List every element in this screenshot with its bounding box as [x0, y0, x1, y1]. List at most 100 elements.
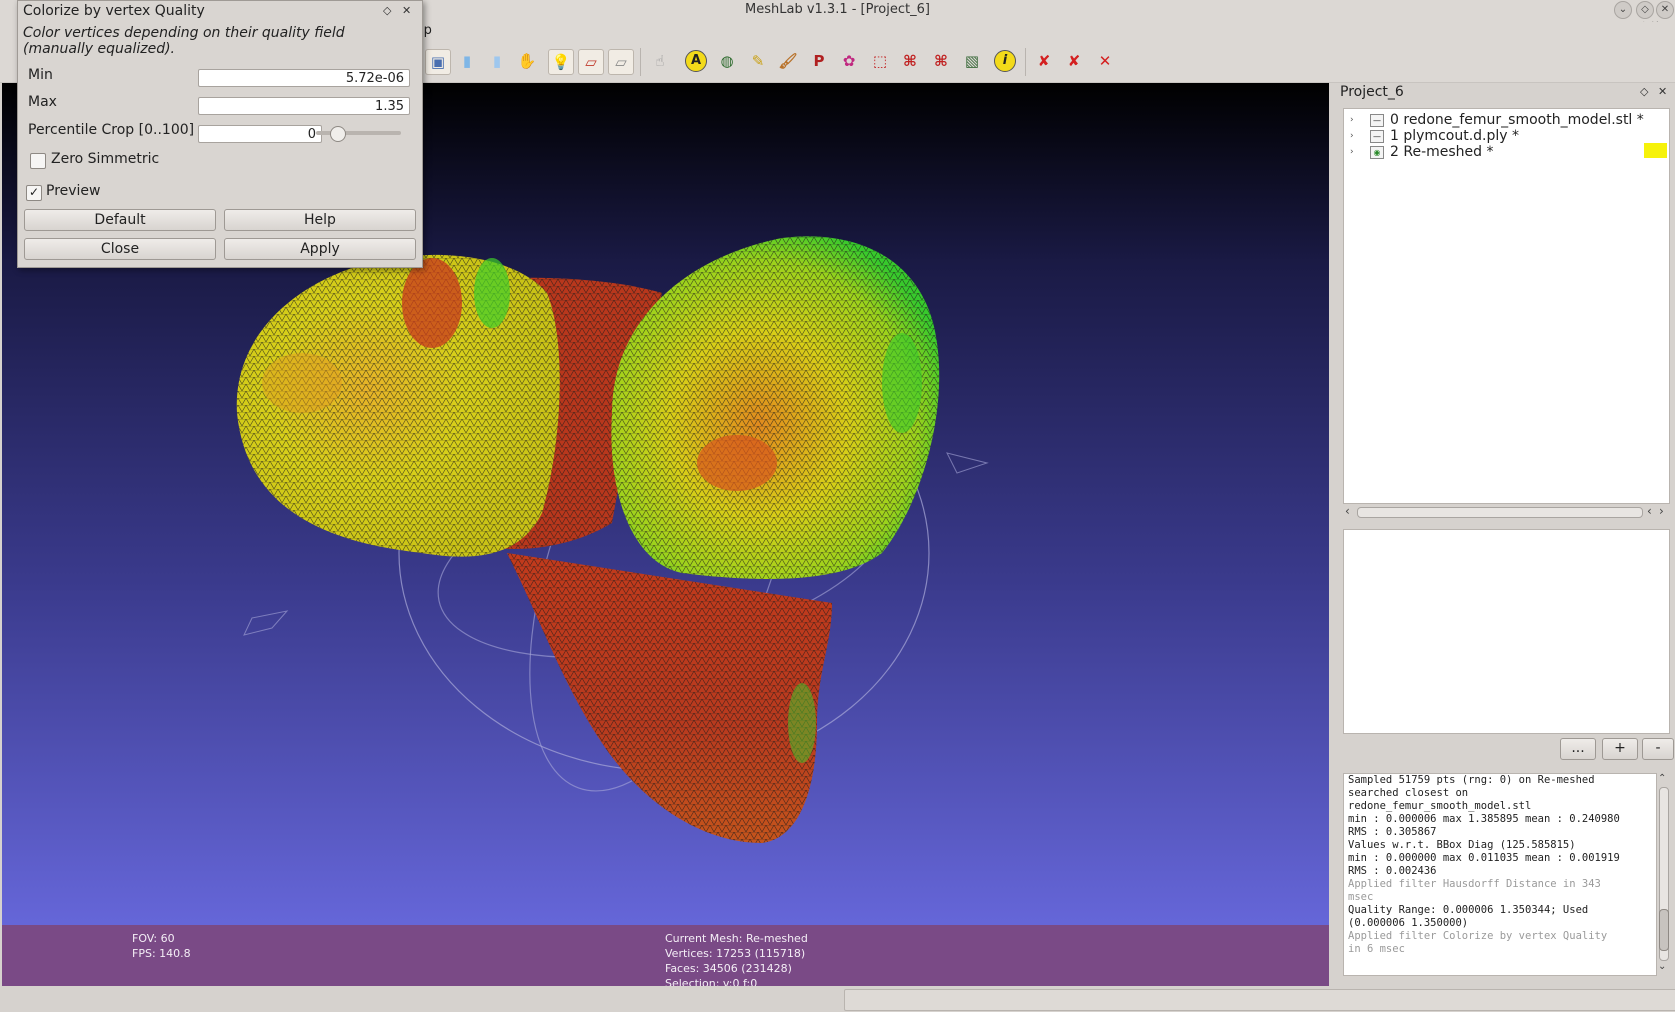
scroll-thumb[interactable]: [1357, 507, 1643, 518]
selection-readout: Selection: v:0 f:0: [665, 977, 758, 986]
add-button[interactable]: +: [1602, 738, 1638, 760]
layer-name: plymcout.d.ply *: [1403, 128, 1519, 144]
log-line: (0.000006 1.350000): [1348, 917, 1469, 929]
light-bulb-icon[interactable]: 💡: [548, 49, 574, 75]
max-input[interactable]: 1.35: [198, 97, 410, 115]
info-overlay: FOV: 60 FPS: 140.8 Current Mesh: Re-mesh…: [2, 925, 1329, 986]
delete-faces-vertices-icon[interactable]: ✕: [1093, 49, 1117, 73]
percentile-slider-handle[interactable]: [330, 126, 346, 142]
log-line: RMS : 0.002436: [1348, 865, 1437, 877]
layer-index: 2: [1390, 144, 1399, 160]
align-icon[interactable]: ✿: [837, 49, 861, 73]
log-line: Applied filter Hausdorff Distance in 343: [1348, 878, 1601, 890]
info-icon[interactable]: i: [993, 49, 1017, 73]
min-input[interactable]: 5.72e-06: [198, 69, 410, 87]
double-side-icon[interactable]: ▱: [608, 49, 634, 75]
render-box-icon[interactable]: ▣: [425, 49, 451, 75]
log-window: Sampled 51759 pts (rng: 0) on Re-meshed s…: [1343, 773, 1657, 976]
preview-checkbox[interactable]: ✓: [26, 185, 42, 201]
annotation-icon[interactable]: A: [684, 49, 708, 73]
log-line: msec: [1348, 891, 1374, 903]
sphere-mesh-icon[interactable]: ◍: [715, 49, 739, 73]
zero-symmetric-label: Zero Simmetric: [51, 151, 160, 167]
max-label: Max: [28, 94, 57, 110]
scroll-right-icon[interactable]: ›: [1659, 504, 1664, 518]
backface-icon[interactable]: ▱: [578, 49, 604, 75]
expand-icon[interactable]: ›: [1350, 144, 1354, 160]
close-icon[interactable]: ✕: [1656, 1, 1674, 19]
layer-row[interactable]: › ◉ 2 Re-meshed *: [1344, 144, 1664, 160]
min-label: Min: [28, 67, 53, 83]
render-flat-icon[interactable]: ▮: [455, 49, 479, 73]
select-connected-icon[interactable]: ⌘: [898, 49, 922, 73]
select-icon[interactable]: ☝: [648, 49, 672, 73]
log-line: min : 0.000006 max 1.385895 mean : 0.240…: [1348, 813, 1620, 825]
panel-float-icon[interactable]: ◇: [1640, 85, 1648, 98]
help-button[interactable]: Help: [224, 209, 416, 231]
eye-icon[interactable]: —: [1370, 130, 1384, 143]
log-line: RMS : 0.305867: [1348, 826, 1437, 838]
scroll-left-icon[interactable]: ‹: [1345, 504, 1350, 518]
current-layer-marker: [1644, 143, 1667, 158]
log-line: redone_femur_smooth_model.stl: [1348, 800, 1532, 812]
vertices-readout: Vertices: 17253 (115718): [665, 947, 806, 960]
paint-bucket-icon[interactable]: ✎: [746, 49, 770, 73]
apply-button[interactable]: Apply: [224, 238, 416, 260]
faces-readout: Faces: 34506 (231428): [665, 962, 792, 975]
layer-index: 1: [1390, 128, 1399, 144]
select-vertices-icon[interactable]: ⌘: [929, 49, 953, 73]
close-button[interactable]: Close: [24, 238, 216, 260]
maximize-icon[interactable]: ◇: [1636, 1, 1654, 19]
log-scroll-thumb[interactable]: [1659, 909, 1669, 951]
layer-row[interactable]: › — 0 redone_femur_smooth_model.stl *: [1344, 112, 1664, 128]
percentile-input[interactable]: 0: [198, 125, 322, 143]
brush-icon[interactable]: 🖌: [776, 49, 800, 73]
log-line: Applied filter Colorize by vertex Qualit…: [1348, 930, 1608, 942]
status-field: [844, 989, 1675, 1011]
current-mesh-readout: Current Mesh: Re-meshed: [665, 932, 808, 945]
log-line: min : 0.000000 max 0.011035 mean : 0.001…: [1348, 852, 1620, 864]
layer-horizontal-scrollbar[interactable]: ‹ ‹ ›: [1343, 504, 1668, 520]
render-texture-icon[interactable]: ✋: [515, 49, 539, 73]
minimize-icon[interactable]: ⌄: [1614, 1, 1632, 19]
log-line: Quality Range: 0.000006 1.350344; Used: [1348, 904, 1589, 916]
eye-icon[interactable]: —: [1370, 114, 1384, 127]
dialog-close-icon[interactable]: ✕: [402, 4, 411, 17]
dialog-description: Color vertices depending on their qualit…: [23, 25, 345, 57]
layer-index: 0: [1390, 112, 1399, 128]
select-faces-icon[interactable]: ⬚: [868, 49, 892, 73]
panel-close-icon[interactable]: ✕: [1658, 85, 1667, 98]
layer-list: › — 0 redone_femur_smooth_model.stl * › …: [1343, 108, 1670, 504]
layer-name: Re-meshed *: [1403, 144, 1494, 160]
zero-symmetric-checkbox[interactable]: [30, 153, 46, 169]
percentile-slider-track[interactable]: [316, 131, 401, 135]
dialog-float-icon[interactable]: ◇: [383, 4, 391, 17]
scroll-up-icon[interactable]: ⌃: [1658, 773, 1666, 784]
project-title: Project_6: [1340, 84, 1404, 100]
dialog-title: Colorize by vertex Quality: [23, 3, 205, 19]
scroll-left-icon-2[interactable]: ‹: [1647, 504, 1652, 518]
delete-vertices-icon[interactable]: ✘: [1032, 49, 1056, 73]
raster-image-icon[interactable]: ▧: [960, 49, 984, 73]
layer-row[interactable]: › — 1 plymcout.d.ply *: [1344, 128, 1664, 144]
log-line: Values w.r.t. BBox Diag (125.585815): [1348, 839, 1576, 851]
layer-name: redone_femur_smooth_model.stl *: [1403, 112, 1644, 128]
status-bar: [0, 986, 1675, 1012]
percentile-label: Percentile Crop [0..100]: [28, 122, 195, 138]
preview-label: Preview: [46, 183, 101, 199]
eye-icon[interactable]: ◉: [1370, 146, 1384, 159]
expand-icon[interactable]: ›: [1350, 128, 1354, 144]
default-button[interactable]: Default: [24, 209, 216, 231]
render-smooth-icon[interactable]: ▮: [485, 49, 509, 73]
fps-readout: FPS: 140.8: [132, 947, 191, 960]
pick-points-icon[interactable]: P: [807, 49, 831, 73]
delete-faces-icon[interactable]: ✘: [1062, 49, 1086, 73]
expand-icon[interactable]: ›: [1350, 112, 1354, 128]
more-button[interactable]: ...: [1560, 738, 1596, 760]
log-vertical-scrollbar[interactable]: ⌃ ⌄: [1657, 773, 1670, 974]
log-line: searched closest on: [1348, 787, 1469, 799]
scroll-down-icon[interactable]: ⌄: [1658, 961, 1666, 972]
remove-button[interactable]: -: [1642, 738, 1674, 760]
fov-readout: FOV: 60: [132, 932, 175, 945]
log-line: in 6 msec: [1348, 943, 1405, 955]
